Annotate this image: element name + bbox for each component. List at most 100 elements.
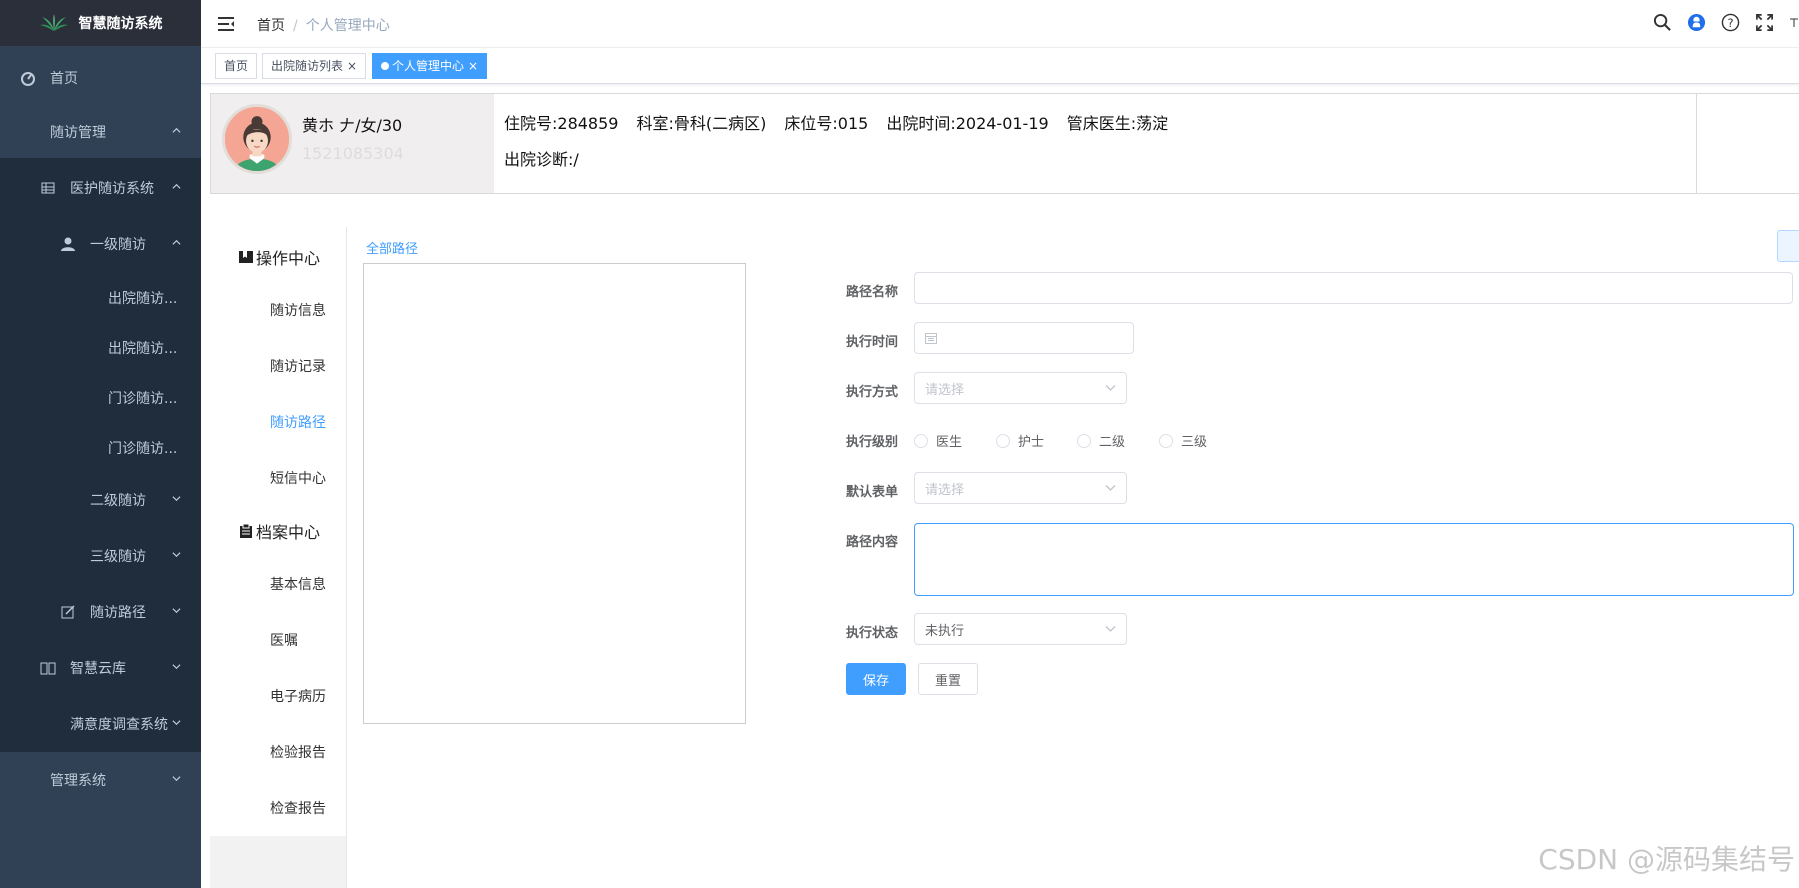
- radio-circle-icon: [1077, 433, 1091, 448]
- operation-center-heading: 操作中心: [238, 245, 320, 269]
- sidebar-item-discharge-followup-1[interactable]: 出院随访...: [0, 270, 201, 326]
- sidebar: 智慧随访系统 首页 随访管理 医护随访系统 一级随访 出院随访... 出院随访.…: [0, 0, 201, 888]
- breadcrumb-separator: /: [293, 18, 298, 34]
- submenu-followup-path[interactable]: 随访路径: [270, 412, 326, 432]
- fullscreen-icon[interactable]: [1755, 13, 1774, 32]
- submenu-followup-records[interactable]: 随访记录: [270, 356, 326, 376]
- submenu-sms-center[interactable]: 短信中心: [270, 468, 326, 488]
- path-content-textarea[interactable]: [914, 523, 1794, 596]
- close-icon[interactable]: ×: [468, 59, 478, 73]
- chevron-down-icon: [172, 496, 181, 502]
- sidebar-item-label: 门诊随访...: [108, 391, 178, 407]
- chevron-down-icon: [172, 552, 181, 558]
- radio-level2[interactable]: 二级: [1077, 431, 1125, 450]
- sidebar-item-level3[interactable]: 三级随访: [0, 528, 201, 584]
- sidebar-item-cloud-library[interactable]: 智慧云库: [0, 640, 201, 696]
- save-button[interactable]: 保存: [846, 663, 906, 695]
- all-paths-link[interactable]: 全部路径: [366, 238, 418, 257]
- book-icon: [40, 662, 56, 675]
- svg-text:?: ?: [1727, 16, 1733, 30]
- search-icon[interactable]: [1653, 13, 1672, 32]
- select-value: 未执行: [925, 623, 965, 639]
- submenu-orders[interactable]: 医嘱: [270, 630, 298, 650]
- sidebar-item-label: 智慧云库: [70, 661, 126, 677]
- radio-level3[interactable]: 三级: [1159, 431, 1207, 450]
- breadcrumb-home[interactable]: 首页: [257, 18, 285, 34]
- exec-method-select[interactable]: 请选择: [914, 372, 1127, 404]
- app-title: 智慧随访系统: [78, 16, 163, 32]
- active-dot-icon: [381, 62, 389, 70]
- bed-number: 床位号:015: [784, 114, 869, 133]
- patient-identity-panel: 黄ホ 𠂇/女/30 1521085304: [211, 94, 494, 193]
- tag-label: 首页: [224, 59, 249, 73]
- heading-text: 操作中心: [256, 249, 321, 268]
- leaf-logo-icon: [39, 14, 68, 31]
- sidebar-item-admin-system[interactable]: 管理系统: [0, 752, 201, 808]
- bookmark-icon: [239, 251, 253, 263]
- table-icon: [41, 182, 55, 194]
- sidebar-item-level1[interactable]: 一级随访: [0, 216, 201, 272]
- sidebar-item-nursing-system[interactable]: 医护随访系统: [0, 160, 201, 216]
- exec-status-label: 执行状态: [846, 626, 899, 641]
- reset-button[interactable]: 重置: [918, 663, 978, 695]
- sidebar-item-followup-path[interactable]: 随访路径: [0, 584, 201, 640]
- radio-label: 二级: [1099, 435, 1126, 450]
- female-avatar-icon: [225, 107, 289, 171]
- submenu-followup-info[interactable]: 随访信息: [270, 300, 326, 320]
- sidebar-item-outpatient-followup-1[interactable]: 门诊随访...: [0, 370, 201, 426]
- radio-circle-icon: [996, 433, 1010, 448]
- sidebar-item-label: 管理系统: [50, 773, 106, 789]
- radio-doctor[interactable]: 医生: [914, 431, 962, 450]
- sidebar-item-label: 满意度调查系统: [70, 717, 168, 733]
- tag-label: 个人管理中心: [392, 59, 465, 73]
- attending-doctor: 管床医生:荡淀: [1066, 114, 1169, 133]
- submenu-emr[interactable]: 电子病历: [270, 686, 326, 706]
- watermark: CSDN @源码集结号: [1538, 843, 1795, 876]
- radio-nurse[interactable]: 护士: [996, 431, 1044, 450]
- path-name-input[interactable]: [914, 272, 1793, 304]
- chevron-down-icon: [172, 720, 181, 726]
- radio-circle-icon: [914, 433, 928, 448]
- radio-label: 护士: [1018, 435, 1045, 450]
- cut-off-action-button[interactable]: [1777, 230, 1799, 262]
- chevron-up-icon: [172, 127, 181, 133]
- exec-status-select[interactable]: 未执行: [914, 613, 1127, 645]
- app-logo: 智慧随访系统: [0, 0, 201, 46]
- sidebar-item-discharge-followup-2[interactable]: 出院随访...: [0, 320, 201, 376]
- exec-time-picker[interactable]: [914, 322, 1134, 354]
- chevron-down-icon: [1105, 626, 1116, 632]
- default-form-select[interactable]: 请选择: [914, 472, 1127, 504]
- tag-discharge-list[interactable]: 出院随访列表 ×: [262, 53, 367, 79]
- sidebar-item-level2[interactable]: 二级随访: [0, 472, 201, 528]
- path-tree[interactable]: [363, 263, 746, 724]
- patient-name: 黄ホ 𠂇/女/30: [302, 116, 403, 135]
- patient-submenu: 操作中心 随访信息 随访记录 随访路径 短信中心 档案中心 基本信息 医嘱 电子…: [210, 227, 347, 888]
- patient-info-card: 黄ホ 𠂇/女/30 1521085304 住院号:284859 科室:骨科(二病区…: [210, 93, 1799, 194]
- sidebar-item-label: 一级随访: [90, 237, 146, 253]
- sidebar-item-home[interactable]: 首页: [0, 50, 201, 106]
- sidebar-item-label: 二级随访: [90, 493, 146, 509]
- discharge-date: 出院时间:2024-01-19: [886, 114, 1049, 133]
- department: 科室:骨科(二病区): [636, 114, 767, 133]
- sidebar-item-label: 出院随访...: [108, 341, 178, 357]
- user-icon: [61, 237, 75, 251]
- submenu-basic-info[interactable]: 基本信息: [270, 574, 326, 594]
- hamburger-toggle-icon[interactable]: [217, 15, 235, 33]
- radio-label: 医生: [936, 435, 963, 450]
- chevron-up-icon: [172, 183, 181, 189]
- tag-home[interactable]: 首页: [215, 53, 258, 79]
- tag-label: 出院随访列表: [271, 59, 344, 73]
- submenu-lab-report[interactable]: 检验报告: [270, 742, 326, 762]
- github-icon[interactable]: [1687, 13, 1706, 32]
- sidebar-item-followup-management[interactable]: 随访管理: [0, 104, 201, 160]
- chevron-down-icon: [1105, 485, 1116, 491]
- question-icon[interactable]: ?: [1721, 13, 1740, 32]
- sidebar-item-outpatient-followup-2[interactable]: 门诊随访...: [0, 420, 201, 476]
- select-placeholder: 请选择: [925, 382, 965, 398]
- exec-method-label: 执行方式: [846, 385, 899, 400]
- sidebar-item-satisfaction-survey[interactable]: 满意度调查系统: [0, 696, 201, 752]
- submenu-exam-report[interactable]: 检查报告: [270, 798, 326, 818]
- tag-personal-center[interactable]: 个人管理中心 ×: [372, 53, 488, 79]
- close-icon[interactable]: ×: [347, 59, 357, 73]
- size-icon[interactable]: [1789, 13, 1799, 32]
